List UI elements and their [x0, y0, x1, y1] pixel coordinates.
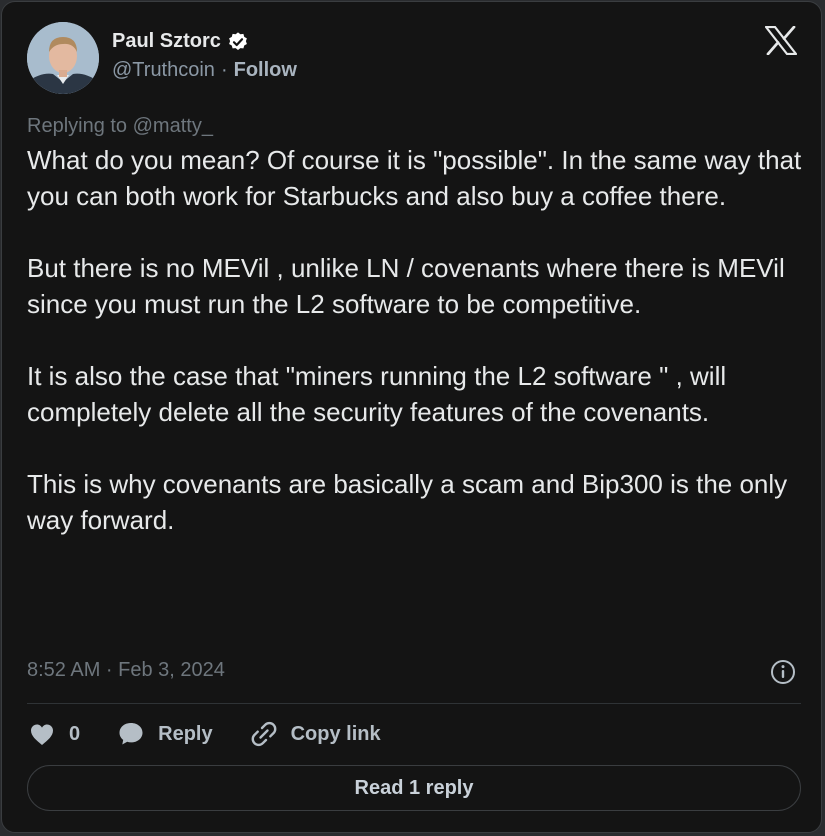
tweet-paragraph: But there is no MEVil , unlike LN / cove… [27, 253, 785, 319]
like-count: 0 [69, 722, 81, 745]
like-button[interactable]: 0 [27, 719, 80, 749]
divider [27, 703, 801, 704]
x-logo-icon[interactable] [765, 26, 797, 55]
link-icon [251, 721, 277, 747]
tweet-paragraph: It is also the case that "miners running… [27, 361, 727, 427]
reply-button[interactable]: Reply [116, 719, 213, 749]
copy-link-label: Copy link [290, 722, 381, 745]
action-bar: 0 Reply Copy link [27, 719, 381, 749]
info-icon[interactable] [770, 659, 796, 685]
heart-icon [31, 724, 53, 745]
tweet-paragraph: This is why covenants are basically a sc… [27, 469, 788, 535]
reply-bubble-icon [119, 723, 143, 745]
tweet-card: Paul Sztorc @Truthcoin · Follow Replying… [1, 1, 822, 833]
tweet-paragraph: What do you mean? Of course it is "possi… [27, 145, 802, 211]
tweet-timestamp[interactable]: 8:52 AM · Feb 3, 2024 [27, 659, 225, 682]
read-replies-button[interactable]: Read 1 reply [27, 765, 801, 811]
follow-link[interactable]: Follow [234, 59, 297, 82]
avatar[interactable] [27, 22, 99, 94]
copy-link-button[interactable]: Copy link [249, 719, 381, 749]
verified-badge-icon [229, 31, 247, 50]
handle-separator: · [220, 59, 228, 81]
author-handle[interactable]: @Truthcoin [112, 59, 215, 82]
reply-label: Reply [158, 722, 213, 745]
replying-to: Replying to @matty_ [27, 115, 213, 137]
author-name[interactable]: Paul Sztorc [112, 30, 221, 53]
tweet-text: What do you mean? Of course it is "possi… [27, 142, 807, 538]
